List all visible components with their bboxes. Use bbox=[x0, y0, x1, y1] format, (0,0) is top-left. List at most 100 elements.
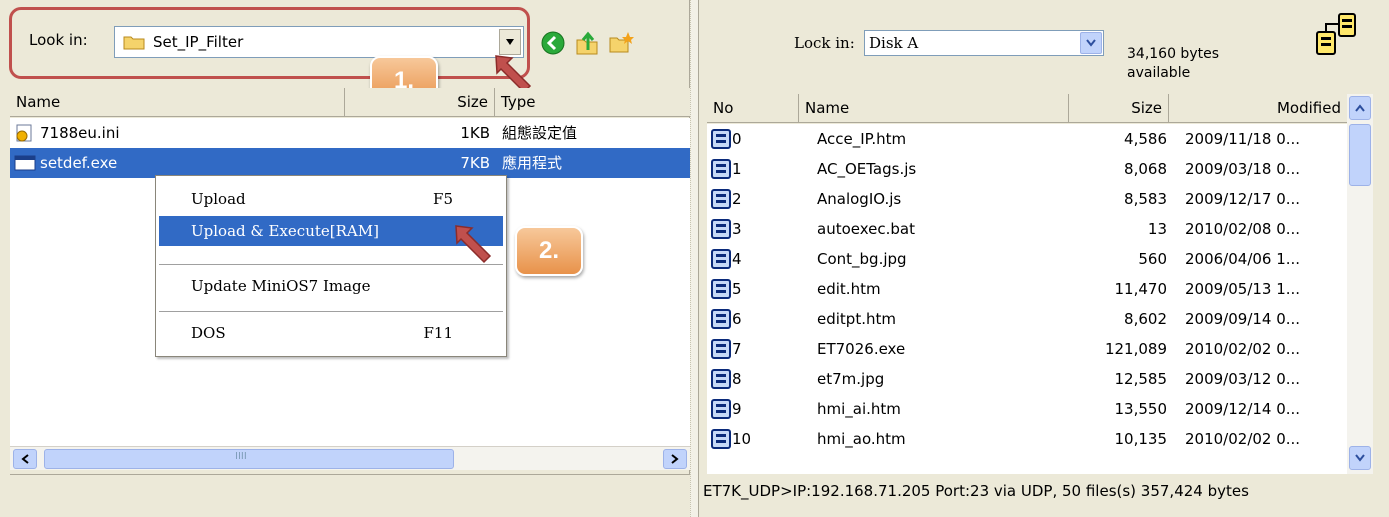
remote-file-row[interactable]: 7 ET7026.exe 121,089 2010/02/02 0... bbox=[707, 334, 1347, 364]
left-list-header: Name Size Type bbox=[10, 88, 690, 117]
menu-item-upload[interactable]: Upload F5 bbox=[159, 184, 503, 214]
menu-item-update-minios7[interactable]: Update MiniOS7 Image bbox=[159, 271, 503, 301]
menu-item-dos[interactable]: DOS F11 bbox=[159, 318, 503, 348]
file-name: AC_OETags.js bbox=[817, 160, 917, 178]
look-in-value: Set_IP_Filter bbox=[153, 33, 244, 51]
file-modified: 2009/11/18 0... bbox=[1185, 130, 1301, 148]
file-modified: 2009/03/12 0... bbox=[1185, 370, 1301, 388]
scroll-left-button[interactable] bbox=[13, 449, 37, 469]
scroll-down-button[interactable] bbox=[1349, 446, 1371, 470]
file-type: 組態設定值 bbox=[502, 124, 578, 142]
chevron-left-icon bbox=[21, 454, 29, 464]
chevron-down-icon bbox=[1086, 39, 1096, 47]
remote-disk-dropdown-button[interactable] bbox=[1080, 32, 1102, 54]
file-number: 8 bbox=[732, 370, 742, 388]
remote-file-row[interactable]: 4 Cont_bg.jpg 560 2006/04/06 1... bbox=[707, 244, 1347, 274]
file-icon bbox=[711, 129, 731, 149]
file-modified: 2010/02/02 0... bbox=[1185, 340, 1301, 358]
file-name: autoexec.bat bbox=[817, 220, 915, 238]
file-number: 2 bbox=[732, 190, 742, 208]
menu-item-label: DOS bbox=[191, 324, 226, 342]
column-header-size[interactable]: Size bbox=[1069, 94, 1169, 123]
column-header-modified[interactable]: Modified bbox=[1169, 94, 1347, 123]
menu-item-label: Upload & Execute[RAM] bbox=[191, 222, 379, 240]
file-size: 12,585 bbox=[1114, 370, 1168, 388]
file-name: Cont_bg.jpg bbox=[817, 250, 907, 268]
remote-file-row[interactable]: 3 autoexec.bat 13 2010/02/08 0... bbox=[707, 214, 1347, 244]
remote-file-row[interactable]: 9 hmi_ai.htm 13,550 2009/12/14 0... bbox=[707, 394, 1347, 424]
scroll-grip: IIII bbox=[235, 451, 247, 462]
column-header-size[interactable]: Size bbox=[345, 88, 495, 117]
file-name: hmi_ao.htm bbox=[817, 430, 906, 448]
up-folder-icon[interactable] bbox=[574, 30, 600, 56]
look-in-label: Look in: bbox=[29, 31, 88, 49]
file-icon bbox=[711, 339, 731, 359]
connection-icon[interactable] bbox=[1313, 10, 1359, 66]
pane-splitter[interactable] bbox=[690, 0, 698, 517]
file-size: 4,586 bbox=[1124, 130, 1167, 148]
ini-file-icon bbox=[16, 124, 32, 142]
new-folder-icon[interactable] bbox=[608, 30, 634, 56]
remote-file-pane: Lock in: Disk A 34,160 bytes available N… bbox=[698, 0, 1389, 517]
column-header-name[interactable]: Name bbox=[10, 88, 345, 117]
file-number: 10 bbox=[732, 430, 752, 448]
remote-file-row[interactable]: 10 hmi_ao.htm 10,135 2010/02/02 0... bbox=[707, 424, 1347, 454]
remote-file-row[interactable]: 0 Acce_IP.htm 4,586 2009/11/18 0... bbox=[707, 124, 1347, 154]
column-header-no[interactable]: No bbox=[707, 94, 799, 123]
file-name: ET7026.exe bbox=[817, 340, 906, 358]
remote-vertical-scrollbar[interactable] bbox=[1347, 94, 1373, 474]
file-name: setdef.exe bbox=[40, 154, 118, 172]
menu-item-shortcut: F11 bbox=[423, 324, 454, 342]
menu-item-shortcut: F5 bbox=[433, 190, 453, 208]
file-modified: 2010/02/02 0... bbox=[1185, 430, 1301, 448]
menu-separator bbox=[159, 311, 503, 312]
remote-file-row[interactable]: 5 edit.htm 11,470 2009/05/13 1... bbox=[707, 274, 1347, 304]
file-size: 10,135 bbox=[1114, 430, 1168, 448]
scroll-thumb[interactable]: IIII bbox=[44, 449, 454, 469]
column-header-name[interactable]: Name bbox=[799, 94, 1069, 123]
file-number: 1 bbox=[732, 160, 742, 178]
remote-file-row[interactable]: 8 et7m.jpg 12,585 2009/03/12 0... bbox=[707, 364, 1347, 394]
remote-file-row[interactable]: 1 AC_OETags.js 8,068 2009/03/18 0... bbox=[707, 154, 1347, 184]
file-name: 7188eu.ini bbox=[40, 124, 120, 142]
menu-item-label: Update MiniOS7 Image bbox=[191, 277, 371, 295]
scroll-up-button[interactable] bbox=[1349, 96, 1371, 120]
file-size: 560 bbox=[1138, 250, 1167, 268]
file-size: 8,583 bbox=[1124, 190, 1167, 208]
file-icon bbox=[711, 309, 731, 329]
back-icon[interactable] bbox=[540, 30, 566, 56]
remote-status-bar: ET7K_UDP>IP:192.168.71.205 Port:23 via U… bbox=[703, 482, 1249, 500]
file-number: 3 bbox=[732, 220, 742, 238]
remote-file-row[interactable]: 2 AnalogIO.js 8,583 2009/12/17 0... bbox=[707, 184, 1347, 214]
file-modified: 2010/02/08 0... bbox=[1185, 220, 1301, 238]
remote-disk-value: Disk A bbox=[869, 34, 919, 52]
left-toolbar: Look in: Set_IP_Filter 1. bbox=[4, 4, 686, 106]
file-name: editpt.htm bbox=[817, 310, 896, 328]
file-number: 5 bbox=[732, 280, 742, 298]
scroll-thumb[interactable] bbox=[1349, 124, 1371, 186]
file-modified: 2009/09/14 0... bbox=[1185, 310, 1301, 328]
remote-list-header: No Name Size Modified bbox=[707, 94, 1347, 123]
file-size: 1KB bbox=[460, 124, 490, 142]
file-number: 4 bbox=[732, 250, 742, 268]
free-space-label: available bbox=[1127, 65, 1191, 81]
file-size: 121,089 bbox=[1104, 340, 1167, 358]
file-size: 13 bbox=[1147, 220, 1167, 238]
scroll-right-button[interactable] bbox=[663, 449, 687, 469]
look-in-dropdown[interactable]: Set_IP_Filter bbox=[114, 26, 524, 58]
file-row-selected[interactable]: setdef.exe 7KB 應用程式 bbox=[10, 148, 690, 178]
chevron-up-icon bbox=[1355, 104, 1365, 112]
menu-item-label: Upload bbox=[191, 190, 246, 208]
chevron-right-icon bbox=[671, 454, 679, 464]
file-icon bbox=[711, 189, 731, 209]
file-name: edit.htm bbox=[817, 280, 881, 298]
file-row[interactable]: 7188eu.ini 1KB 組態設定值 bbox=[10, 118, 690, 148]
left-horizontal-scrollbar[interactable]: IIII bbox=[10, 446, 690, 470]
exe-file-icon bbox=[14, 155, 36, 171]
remote-file-list: 0 Acce_IP.htm 4,586 2009/11/18 0... 1 AC… bbox=[707, 124, 1347, 474]
column-header-type[interactable]: Type bbox=[495, 88, 690, 117]
file-modified: 2009/12/17 0... bbox=[1185, 190, 1301, 208]
remote-disk-dropdown[interactable]: Disk A bbox=[864, 30, 1104, 56]
remote-file-row[interactable]: 6 editpt.htm 8,602 2009/09/14 0... bbox=[707, 304, 1347, 334]
file-modified: 2009/05/13 1... bbox=[1185, 280, 1301, 298]
